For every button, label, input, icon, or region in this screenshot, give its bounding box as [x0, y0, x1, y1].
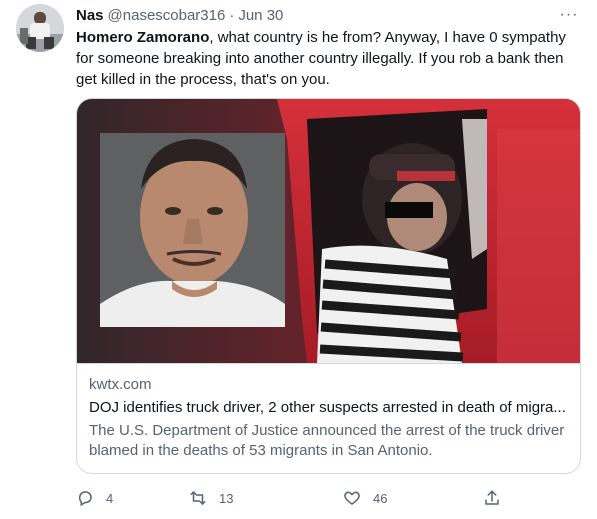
like-count: 46 — [373, 490, 388, 506]
share-button[interactable] — [483, 486, 501, 510]
tweet-text-bold: Homero Zamorano — [76, 29, 210, 46]
card-domain: kwtx.com — [89, 376, 152, 393]
tweet-date[interactable]: Jun 30 — [238, 7, 283, 24]
tweet-text: Homero Zamorano, what country is he from… — [76, 27, 581, 90]
tweet[interactable]: Nas @nasescobar316 · Jun 30 ··· Homero Z… — [0, 0, 597, 519]
reply-count: 4 — [106, 490, 114, 506]
card-body: kwtx.com DOJ identifies truck driver, 2 … — [77, 363, 580, 473]
card-image — [77, 99, 580, 363]
tweet-header: Nas @nasescobar316 · Jun 30 ··· — [76, 5, 581, 25]
retweet-button[interactable]: 13 — [189, 486, 233, 510]
like-button[interactable]: 46 — [343, 486, 387, 510]
reply-icon — [76, 489, 94, 507]
link-card[interactable]: kwtx.com DOJ identifies truck driver, 2 … — [76, 98, 581, 474]
heart-icon — [343, 489, 361, 507]
author-handle[interactable]: @nasescobar316 — [108, 7, 226, 24]
retweet-count: 13 — [219, 490, 234, 506]
share-icon — [483, 489, 501, 507]
separator-dot: · — [229, 6, 235, 24]
card-title[interactable]: DOJ identifies truck driver, 2 other sus… — [89, 398, 570, 418]
action-bar: 4 13 46 — [76, 486, 516, 510]
more-icon[interactable]: ··· — [557, 3, 581, 27]
avatar[interactable] — [16, 4, 64, 52]
reply-button[interactable]: 4 — [76, 486, 113, 510]
retweet-icon — [189, 489, 207, 507]
card-description: The U.S. Department of Justice announced… — [89, 422, 565, 459]
author-name[interactable]: Nas — [76, 7, 104, 24]
